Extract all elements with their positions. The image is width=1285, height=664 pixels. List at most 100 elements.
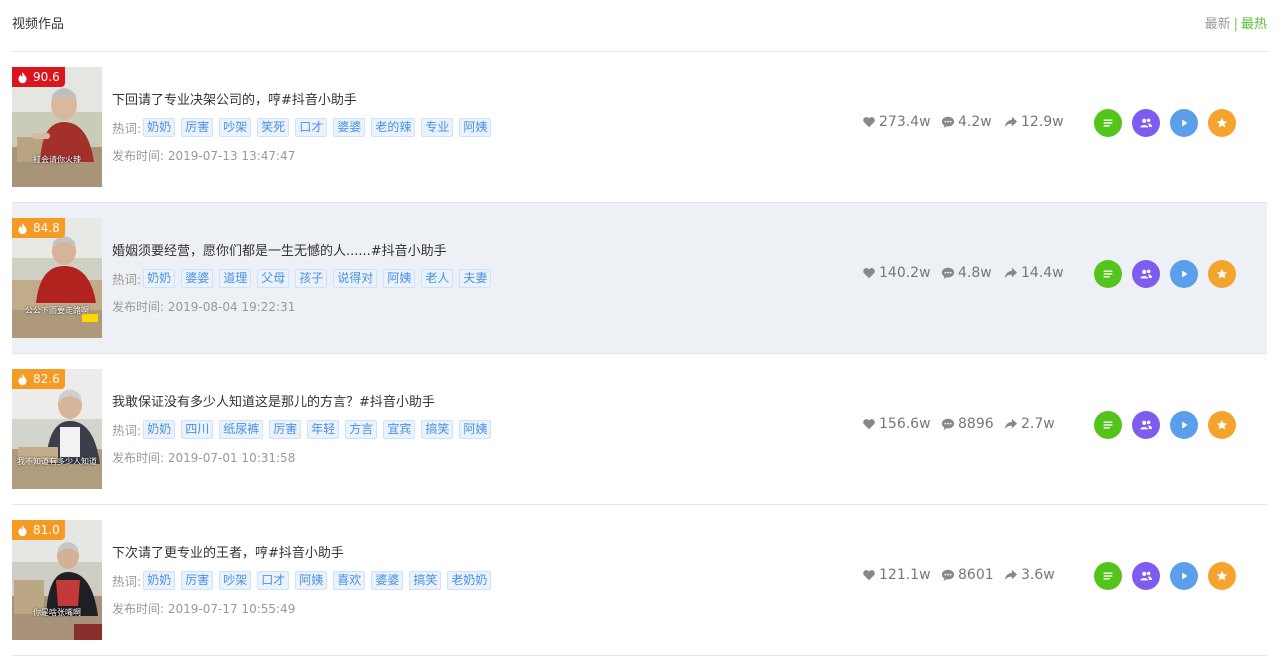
comment-icon (941, 569, 955, 582)
hot-word-tag[interactable]: 专业 (421, 118, 454, 137)
hot-word-tag[interactable]: 婆婆 (181, 269, 214, 288)
detail-button[interactable] (1094, 562, 1122, 590)
play-button[interactable] (1170, 109, 1198, 137)
hot-word-tag[interactable]: 老奶奶 (447, 571, 492, 590)
hot-word-tag[interactable]: 夫妻 (459, 269, 492, 288)
hot-word-tag[interactable]: 阿姨 (459, 118, 492, 137)
list-icon (1103, 572, 1113, 580)
favorite-button[interactable] (1208, 411, 1236, 439)
comment-count-value: 4.2w (958, 114, 992, 130)
hot-word-tag[interactable]: 口才 (295, 118, 328, 137)
video-title[interactable]: 婚姻须要经营，愿你们都是一生无憾的人......#抖音小助手 (112, 240, 497, 259)
comment-icon (941, 116, 955, 129)
hot-score-badge: 82.6 (12, 369, 65, 389)
video-stats: 121.1w 8601 3.6w (862, 567, 1055, 583)
hot-word-tag[interactable]: 奶奶 (143, 420, 176, 439)
publish-time-value: 2019-07-01 10:31:58 (167, 451, 296, 465)
hot-word-tag[interactable]: 宜宾 (383, 420, 416, 439)
video-row[interactable]: 你是啥张嘴啊 81.0 下次请了更专业的王者，哼#抖音小助手 热词: 奶奶 厉害… (12, 505, 1267, 656)
favorite-button[interactable] (1208, 260, 1236, 288)
hot-word-tag[interactable]: 口才 (257, 571, 290, 590)
video-title[interactable]: 下次请了更专业的王者，哼#抖音小助手 (112, 542, 497, 561)
comment-count: 4.2w (941, 114, 1004, 130)
video-row[interactable]: 我不知道有多少人知道 82.6 我敢保证没有多少人知道这是那儿的方言？#抖音小助… (12, 354, 1267, 505)
like-count-value: 140.2w (879, 265, 931, 281)
video-thumbnail[interactable]: 打会请你火辣 90.6 (12, 67, 102, 187)
hot-word-tag[interactable]: 孩子 (295, 269, 328, 288)
users-icon (1140, 269, 1152, 279)
hot-word-tag[interactable]: 厉害 (269, 420, 302, 439)
hot-word-tag[interactable]: 四川 (181, 420, 214, 439)
video-thumbnail[interactable]: 公公下雨要走路啊 84.8 (12, 218, 102, 338)
list-icon (1103, 421, 1113, 429)
like-count-value: 156.6w (879, 416, 931, 432)
star-icon (1216, 117, 1228, 128)
hot-word-tag[interactable]: 奶奶 (143, 118, 176, 137)
hot-word-tag[interactable]: 吵架 (219, 571, 252, 590)
favorite-button[interactable] (1208, 109, 1236, 137)
hot-word-tag[interactable]: 厉害 (181, 571, 214, 590)
hot-word-tag[interactable]: 搞笑 (409, 571, 442, 590)
hot-words-label: 热词: (112, 121, 142, 136)
play-icon (1182, 421, 1188, 429)
video-row[interactable]: 打会请你火辣 90.6 下回请了专业决架公司的，哼#抖音小助手 热词: 奶奶 厉… (12, 52, 1267, 203)
video-info: 婚姻须要经营，愿你们都是一生无憾的人......#抖音小助手 热词: 奶奶 婆婆… (112, 240, 497, 315)
star-icon (1216, 570, 1228, 581)
hot-word-tag[interactable]: 阿姨 (383, 269, 416, 288)
publish-time-label: 发布时间: (112, 451, 165, 465)
video-row[interactable]: 公公下雨要走路啊 84.8 婚姻须要经营，愿你们都是一生无憾的人......#抖… (12, 203, 1267, 354)
hot-word-tag[interactable]: 喜欢 (333, 571, 366, 590)
hot-word-tag[interactable]: 搞笑 (421, 420, 454, 439)
hot-words-label: 热词: (112, 423, 142, 438)
hot-word-tag[interactable]: 笑死 (257, 118, 290, 137)
detail-button[interactable] (1094, 109, 1122, 137)
hot-word-tag[interactable]: 奶奶 (143, 269, 176, 288)
sort-newest-option[interactable]: 最新 (1205, 17, 1231, 32)
detail-button[interactable] (1094, 260, 1122, 288)
hot-word-tag[interactable]: 厉害 (181, 118, 214, 137)
star-icon (1216, 419, 1228, 430)
hot-word-tag[interactable]: 老的辣 (371, 118, 416, 137)
audience-button[interactable] (1132, 260, 1160, 288)
audience-button[interactable] (1132, 562, 1160, 590)
favorite-button[interactable] (1208, 562, 1236, 590)
flame-icon (18, 373, 27, 385)
hot-word-tag[interactable]: 奶奶 (143, 571, 176, 590)
hot-word-tag[interactable]: 道理 (219, 269, 252, 288)
audience-button[interactable] (1132, 411, 1160, 439)
video-title[interactable]: 下回请了专业决架公司的，哼#抖音小助手 (112, 89, 497, 108)
share-icon (1004, 418, 1018, 430)
hot-word-tag[interactable]: 父母 (257, 269, 290, 288)
hot-word-tag[interactable]: 老人 (421, 269, 454, 288)
hot-word-tag[interactable]: 阿姨 (459, 420, 492, 439)
heart-icon (863, 117, 875, 128)
flame-icon (18, 222, 27, 234)
hot-word-tag[interactable]: 纸尿裤 (219, 420, 264, 439)
sort-hottest-option[interactable]: 最热 (1241, 17, 1267, 32)
section-title: 视频作品 (12, 17, 65, 32)
hot-word-tag[interactable]: 吵架 (219, 118, 252, 137)
publish-time-value: 2019-07-13 13:47:47 (167, 149, 296, 163)
publish-time: 发布时间: 2019-07-01 10:31:58 (112, 449, 497, 466)
audience-button[interactable] (1132, 109, 1160, 137)
hot-word-tag[interactable]: 婆婆 (333, 118, 366, 137)
thumbnail-caption: 我不知道有多少人知道 (17, 457, 97, 466)
detail-button[interactable] (1094, 411, 1122, 439)
video-title[interactable]: 我敢保证没有多少人知道这是那儿的方言？#抖音小助手 (112, 391, 497, 410)
share-count: 3.6w (1004, 567, 1055, 583)
share-count-value: 2.7w (1021, 416, 1055, 432)
video-thumbnail[interactable]: 我不知道有多少人知道 82.6 (12, 369, 102, 489)
hot-word-tag[interactable]: 方言 (345, 420, 378, 439)
hot-word-tag[interactable]: 阿姨 (295, 571, 328, 590)
video-thumbnail[interactable]: 你是啥张嘴啊 81.0 (12, 520, 102, 640)
share-count-value: 12.9w (1021, 114, 1064, 130)
video-stats: 140.2w 4.8w 14.4w (862, 265, 1064, 281)
play-button[interactable] (1170, 260, 1198, 288)
play-button[interactable] (1170, 411, 1198, 439)
hot-word-tag[interactable]: 说得对 (333, 269, 378, 288)
hot-words: 热词: 奶奶 婆婆 道理 父母 孩子 说得对 阿姨 老人 夫妻 (112, 269, 497, 288)
play-button[interactable] (1170, 562, 1198, 590)
hot-word-tag[interactable]: 婆婆 (371, 571, 404, 590)
video-info: 下次请了更专业的王者，哼#抖音小助手 热词: 奶奶 厉害 吵架 口才 阿姨 喜欢… (112, 542, 497, 617)
hot-word-tag[interactable]: 年轻 (307, 420, 340, 439)
